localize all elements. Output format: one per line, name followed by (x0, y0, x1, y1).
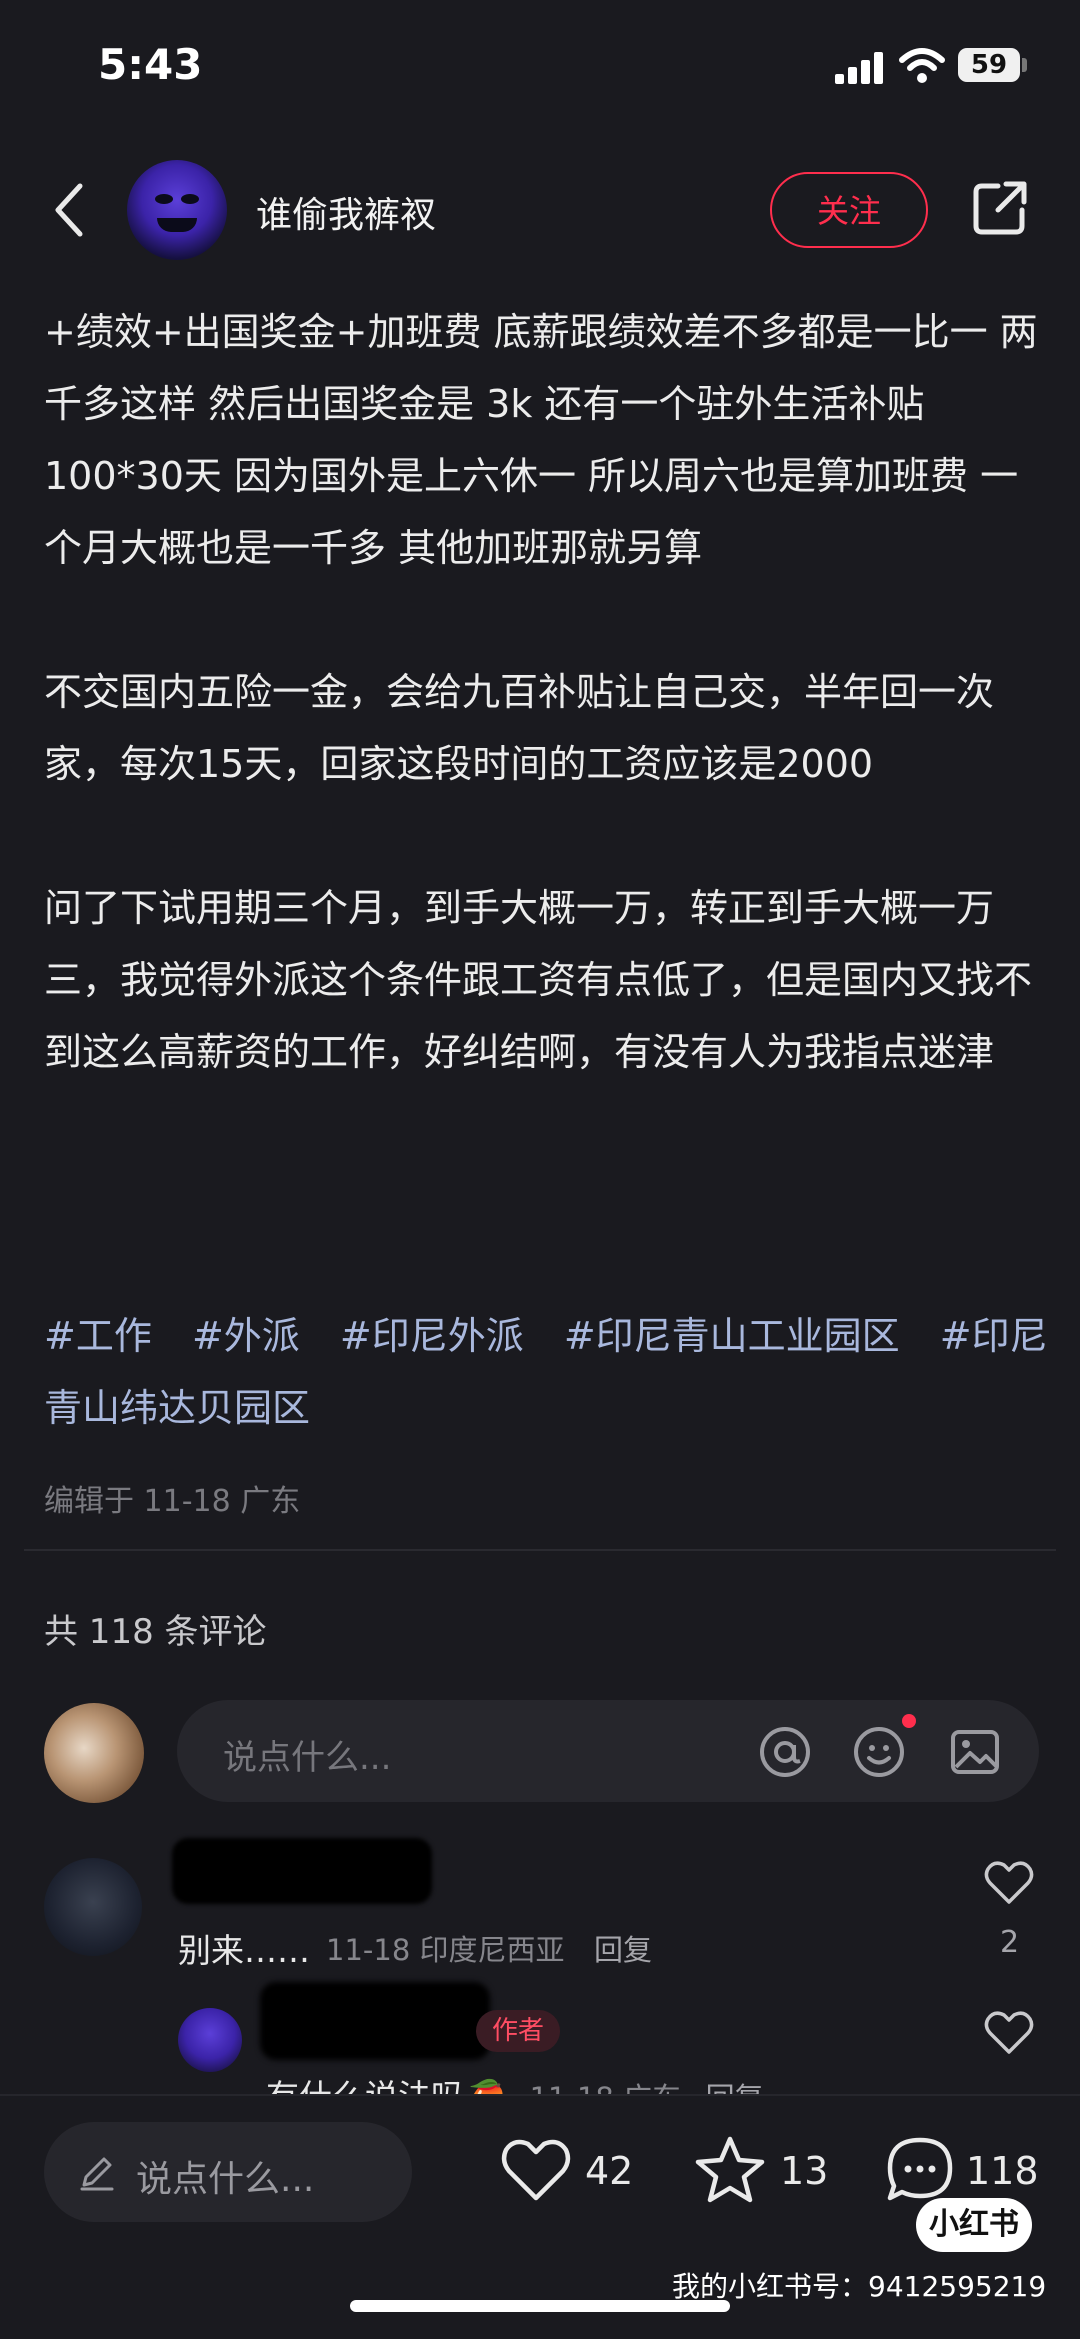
comment-icon[interactable] (884, 2134, 956, 2206)
comment-like-count: 2 (1000, 1925, 1020, 1960)
home-indicator (350, 2300, 730, 2312)
post-paragraph: 问了下试用期三个月，到手大概一万，转正到手大概一万三，我觉得外派这个条件跟工资有… (44, 886, 1033, 1074)
post-paragraph: 不交国内五险一金，会给九百补贴让自己交，半年回一次家，每次15天，回家这段时间的… (44, 670, 995, 786)
comment-input-placeholder: 说点什么... (223, 1738, 392, 1778)
hashtag-link[interactable]: #印尼外派 (340, 1314, 524, 1358)
reply-button[interactable]: 回复 (594, 1927, 652, 1969)
like-icon[interactable] (500, 2138, 572, 2204)
edit-meta: 编辑于 11-18 广东 (44, 1484, 301, 1519)
hashtag-link[interactable]: #印尼青山工业园区 (564, 1314, 900, 1358)
signal-icon (835, 52, 887, 84)
watermark-id: 我的小红书号：9412595219 (672, 2270, 1047, 2303)
commenter-avatar[interactable] (44, 1858, 142, 1956)
redacted-username (172, 1838, 432, 1904)
battery-icon: 59 (958, 48, 1020, 82)
xiaohongshu-logo: 小红书 (916, 2198, 1032, 2252)
wifi-icon (899, 48, 945, 83)
battery-cap (1022, 58, 1027, 72)
follow-button[interactable]: 关注 (770, 172, 928, 248)
author-badge: 作者 (476, 2010, 560, 2052)
author-reply-avatar[interactable] (178, 2008, 242, 2072)
hashtag-link[interactable]: #外派 (192, 1314, 300, 1358)
emoji-icon[interactable] (852, 1725, 906, 1779)
author-username[interactable]: 谁偷我裤衩 (256, 186, 436, 238)
post-paragraph: +绩效+出国奖金+加班费 底薪跟绩效差不多都是一比一 两千多这样 然后出国奖金是… (44, 310, 1038, 570)
bottom-input-placeholder: 说点什么... (136, 2159, 315, 2200)
share-icon[interactable] (970, 178, 1030, 238)
divider (24, 1549, 1056, 1551)
like-count: 42 (585, 2149, 634, 2193)
back-arrow-icon[interactable] (50, 180, 90, 240)
star-icon[interactable] (694, 2134, 766, 2206)
comment-text: 别来…… (178, 1931, 310, 1970)
hashtag-link[interactable]: #工作 (44, 1314, 152, 1358)
post-body: +绩效+出国奖金+加班费 底薪跟绩效差不多都是一比一 两千多这样 然后出国奖金是… (44, 296, 1044, 1088)
heart-icon[interactable] (984, 1860, 1034, 1906)
author-avatar[interactable] (127, 160, 227, 260)
status-time: 5:43 (98, 40, 203, 89)
my-avatar (44, 1703, 144, 1803)
comment-meta: 11-18 印度尼西亚 (326, 1933, 565, 1967)
heart-icon[interactable] (984, 2010, 1034, 2056)
comment-total-count: 118 (966, 2149, 1039, 2193)
star-count: 13 (780, 2149, 829, 2193)
pen-icon (80, 2157, 114, 2191)
post-tags: #工作 #外派 #印尼外派 #印尼青山工业园区 #印尼青山纬达贝园区 (44, 1300, 1054, 1444)
at-icon[interactable] (758, 1725, 812, 1779)
redacted-username (260, 1982, 490, 2060)
comment-count: 共 118 条评论 (44, 1612, 267, 1652)
notification-dot (902, 1714, 916, 1728)
image-icon[interactable] (948, 1725, 1002, 1779)
